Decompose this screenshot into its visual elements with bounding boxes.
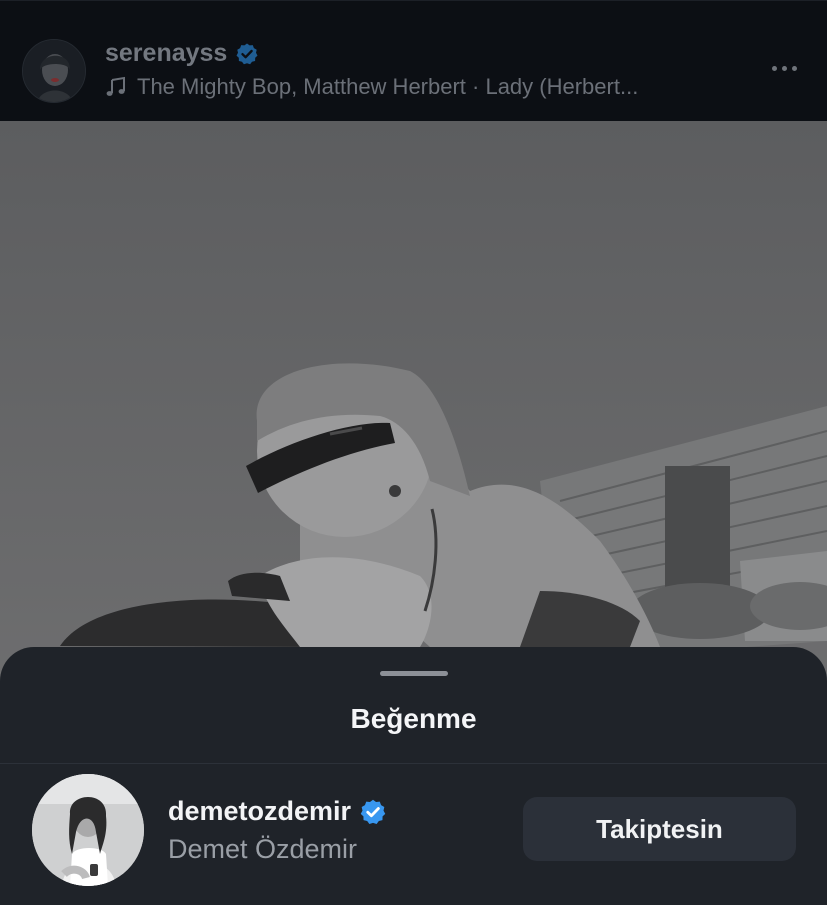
following-button[interactable]: Takiptesin [523,797,796,861]
post-viewer: serenayss The Mighty Bop, Matthew Herber… [0,0,827,905]
author-username-text[interactable]: serenayss [105,39,227,68]
liker-username[interactable]: demetozdemir [168,796,387,827]
liker-full-name: Demet Özdemir [168,834,358,864]
liker-row[interactable]: demetozdemir Demet Özdemir Takiptesin [0,764,827,905]
verified-badge-icon [360,799,386,824]
more-options-icon[interactable] [764,55,804,81]
likes-sheet: Beğenme demetozdemir Demet Özdemir Takip… [0,647,827,905]
post-music-info[interactable]: The Mighty Bop, Matthew Herbert · Lady (… [105,74,638,100]
author-avatar[interactable] [22,39,86,103]
post-header: serenayss The Mighty Bop, Matthew Herber… [0,0,827,121]
liker-avatar[interactable] [32,774,144,886]
sheet-title: Beğenme [350,703,477,734]
sheet-drag-handle[interactable] [380,671,448,676]
music-text: The Mighty Bop, Matthew Herbert · Lady (… [137,74,639,99]
author-username[interactable]: serenayss [105,39,259,68]
liker-username-text[interactable]: demetozdemir [168,796,351,827]
verified-badge-icon [236,43,258,64]
music-note-icon [106,76,125,96]
